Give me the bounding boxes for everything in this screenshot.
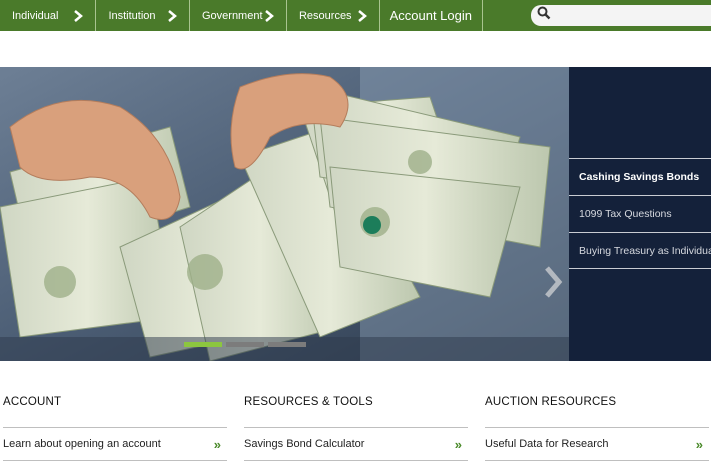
column-resources-tools: RESOURCES & TOOLS Savings Bond Calculato… [244,396,468,461]
nav-item-government[interactable]: Government [190,0,287,31]
column-link[interactable]: Savings Bond Calculator » [244,428,468,460]
search-box[interactable] [531,5,711,26]
carousel-next-arrow-icon[interactable] [539,262,567,302]
side-link-label: 1099 Tax Questions [579,208,672,220]
column-auction-resources: AUCTION RESOURCES Useful Data for Resear… [485,396,709,461]
column-link-label: Learn about opening an account [3,438,161,450]
divider [3,460,227,461]
nav-item-label: Resources [298,9,352,22]
nav-item-individual[interactable]: Individual [0,0,97,31]
nav-item-resources[interactable]: Resources [287,0,380,31]
column-link-label: Useful Data for Research [485,438,609,450]
hero-image-money [0,67,569,361]
account-login-label: Account Login [389,8,472,23]
divider [244,460,468,461]
divider [485,460,709,461]
carousel-dot[interactable] [268,342,306,347]
column-link[interactable]: Learn about opening an account » [3,428,227,460]
carousel-dot[interactable] [226,342,264,347]
chevron-right-icon [71,9,85,23]
nav-item-label: Government [201,9,263,22]
carousel-dot[interactable] [184,342,222,347]
side-link-label: Buying Treasury as Individual [579,244,711,257]
column-account: ACCOUNT Learn about opening an account » [3,396,227,461]
chevron-right-icon [165,9,179,23]
chevron-right-icon [263,9,276,23]
chevron-right-icon [355,9,369,23]
column-link[interactable]: Useful Data for Research » [485,428,709,460]
column-title: AUCTION RESOURCES [485,396,617,408]
account-login-button[interactable]: Account Login [380,0,483,31]
double-chevron-right-icon: » [454,436,462,452]
side-link-buying-treasury[interactable]: Buying Treasury as Individual [569,232,711,269]
column-link-label: Savings Bond Calculator [244,438,365,450]
nav-item-label: Institution [108,9,156,22]
search-icon[interactable] [537,6,551,25]
column-title: ACCOUNT [3,396,62,408]
hero-carousel [0,67,569,361]
side-link-label: Cashing Savings Bonds [579,171,700,183]
carousel-indicators [184,342,306,347]
top-navigation: Individual Institution Government Resour… [0,0,711,31]
nav-item-institution[interactable]: Institution [96,0,190,31]
search-area [483,0,711,31]
side-link-1099-tax-questions[interactable]: 1099 Tax Questions [569,195,711,232]
featured-links-panel: Cashing Savings Bonds 1099 Tax Questions… [569,67,711,361]
double-chevron-right-icon: » [213,436,221,452]
side-link-cashing-savings-bonds[interactable]: Cashing Savings Bonds [569,158,711,195]
search-input[interactable] [551,9,711,22]
column-title: RESOURCES & TOOLS [244,396,373,408]
nav-item-label: Individual [12,9,59,22]
double-chevron-right-icon: » [695,436,703,452]
